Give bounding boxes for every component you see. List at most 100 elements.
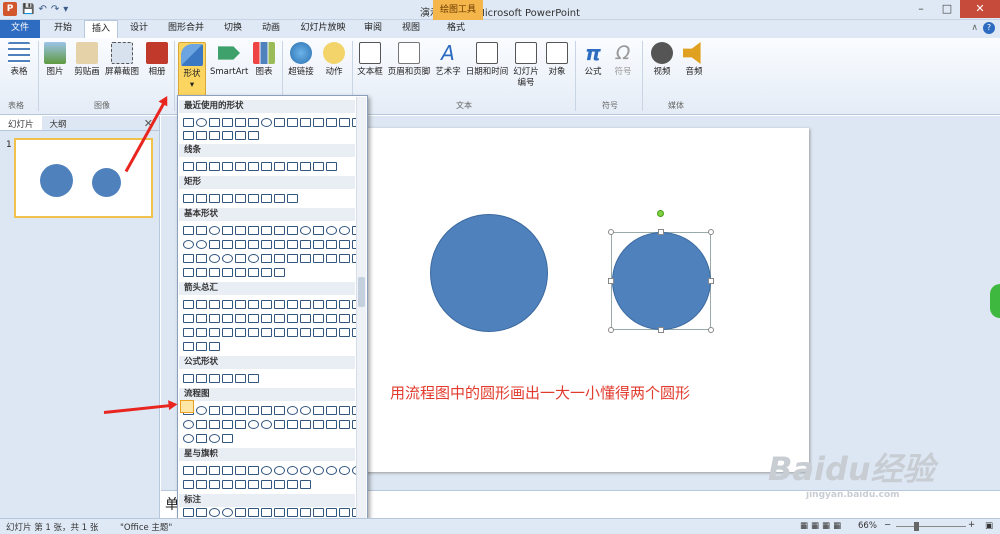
symbol-button[interactable]: Ω 符号: [610, 42, 636, 78]
tab-transitions[interactable]: 切换: [216, 20, 250, 38]
tab-format[interactable]: 格式: [436, 20, 476, 38]
tab-file[interactable]: 文件: [0, 20, 40, 38]
group-label-images: 图像: [94, 101, 110, 110]
resize-handle[interactable]: [608, 278, 614, 284]
flowchart-connector-shape[interactable]: [182, 418, 194, 429]
slide-thumbnail[interactable]: [14, 138, 153, 218]
hyperlink-button[interactable]: 超链接: [286, 42, 316, 78]
shape-row[interactable]: [182, 506, 363, 517]
fit-slide-icon[interactable]: ▣: [985, 521, 993, 531]
tab-design[interactable]: 设计: [122, 20, 156, 38]
tab-insert[interactable]: 插入: [84, 20, 118, 38]
picture-button[interactable]: 图片: [42, 42, 68, 78]
shape-row[interactable]: [182, 326, 363, 337]
header-footer-button[interactable]: 页眉和页脚: [386, 42, 432, 78]
resize-handle[interactable]: [708, 229, 714, 235]
tab-view[interactable]: 视图: [394, 20, 428, 38]
header-footer-icon: [398, 42, 420, 64]
shape-row[interactable]: [182, 160, 337, 171]
wordart-button[interactable]: A 艺术字: [433, 42, 463, 78]
side-tab-icon[interactable]: [990, 284, 1000, 318]
table-button[interactable]: 表格: [4, 42, 34, 78]
resize-handle[interactable]: [658, 229, 664, 235]
resize-handle[interactable]: [608, 229, 614, 235]
wordart-icon: A: [441, 41, 455, 65]
album-button[interactable]: 相册: [144, 42, 170, 78]
group-label-symbols: 符号: [602, 101, 618, 110]
close-icon[interactable]: ✕: [960, 0, 1000, 18]
minimize-icon[interactable]: –: [908, 0, 934, 18]
equation-button[interactable]: π 公式: [580, 42, 606, 78]
status-bar: 幻灯片 第 1 张，共 1 张 "Office 主题" ▦▦▦▦ 66% − +…: [0, 518, 1000, 534]
shape-row[interactable]: [182, 266, 285, 277]
datetime-button[interactable]: 日期和时间: [464, 42, 510, 78]
shape-row[interactable]: [182, 312, 363, 323]
textbox-button[interactable]: 文本框: [355, 42, 385, 78]
resize-handle[interactable]: [658, 327, 664, 333]
omega-icon: Ω: [615, 42, 631, 64]
gallery-scrollbar[interactable]: [356, 97, 366, 519]
watermark-url: jingyan.baidu.com: [806, 490, 900, 500]
tab-slides[interactable]: 幻灯片: [0, 116, 42, 130]
chart-icon: [253, 42, 275, 64]
shape-row[interactable]: [182, 298, 363, 309]
tab-animations[interactable]: 动画: [254, 20, 288, 38]
tab-merge-shapes[interactable]: 图形合并: [160, 20, 212, 38]
pi-icon: π: [585, 41, 601, 65]
resize-handle[interactable]: [708, 327, 714, 333]
shape-row[interactable]: [182, 340, 220, 351]
section-basic-shapes: 基本形状: [179, 208, 355, 221]
screenshot-button[interactable]: 屏幕截图: [104, 42, 140, 78]
tab-review[interactable]: 审阅: [356, 20, 390, 38]
shape-row[interactable]: [182, 372, 259, 383]
window-title: 演示文稿1 - Microsoft PowerPoint: [419, 8, 581, 19]
table-icon: [8, 42, 30, 64]
small-circle[interactable]: [612, 232, 711, 330]
clipart-button[interactable]: 剪贴画: [72, 42, 102, 78]
drawing-tools-label: 绘图工具: [433, 0, 483, 20]
smartart-button[interactable]: SmartArt: [210, 42, 248, 78]
thumb-small-circle: [92, 168, 121, 197]
shapes-button[interactable]: 形状 ▾: [178, 42, 206, 96]
maximize-icon[interactable]: □: [934, 0, 960, 18]
section-flowchart: 流程图: [179, 388, 355, 401]
shape-row[interactable]: [182, 252, 363, 263]
shape-row[interactable]: [182, 464, 363, 475]
shape-row[interactable]: [182, 224, 363, 235]
tab-slideshow[interactable]: 幻灯片放映: [294, 20, 352, 38]
zoom-level[interactable]: 66%: [858, 521, 877, 531]
chart-button[interactable]: 图表: [252, 42, 276, 78]
shape-row[interactable]: [182, 432, 233, 443]
shape-row[interactable]: [182, 418, 363, 429]
shape-row[interactable]: [182, 116, 363, 127]
zoom-in-icon[interactable]: +: [968, 520, 975, 530]
zoom-slider-thumb[interactable]: [914, 522, 919, 531]
help-icon[interactable]: ?: [983, 22, 995, 34]
large-circle[interactable]: [430, 214, 548, 332]
shape-row[interactable]: [182, 129, 259, 140]
object-button[interactable]: 对象: [544, 42, 570, 78]
resize-handle[interactable]: [708, 278, 714, 284]
zoom-slider[interactable]: [896, 526, 966, 527]
tab-home[interactable]: 开始: [46, 20, 80, 38]
section-lines: 线条: [179, 144, 355, 157]
slide-canvas[interactable]: 用流程图中的圆形画出一大一小懂得两个圆形: [364, 128, 809, 472]
video-button[interactable]: 视频: [648, 42, 676, 78]
scroll-thumb[interactable]: [358, 277, 365, 307]
smartart-icon: [218, 46, 240, 60]
shape-row[interactable]: [182, 238, 363, 249]
view-buttons[interactable]: ▦▦▦▦: [800, 521, 844, 531]
rotate-handle[interactable]: [657, 210, 664, 217]
shape-row[interactable]: [182, 192, 298, 203]
collapse-ribbon-icon[interactable]: ∧: [971, 23, 978, 33]
tab-outline[interactable]: 大纲: [42, 116, 75, 130]
audio-button[interactable]: 音频: [680, 42, 708, 78]
resize-handle[interactable]: [608, 327, 614, 333]
zoom-out-icon[interactable]: −: [884, 520, 891, 530]
calendar-icon: [476, 42, 498, 64]
action-button[interactable]: 动作: [320, 42, 348, 78]
title-bar: P 💾 ↶ ↷ ▾ 演示文稿1 - Microsoft PowerPoint 绘…: [0, 0, 1000, 20]
shape-row[interactable]: [182, 404, 363, 415]
shape-row[interactable]: [182, 478, 311, 489]
slide-number-button[interactable]: 幻灯片 编号: [511, 42, 541, 89]
